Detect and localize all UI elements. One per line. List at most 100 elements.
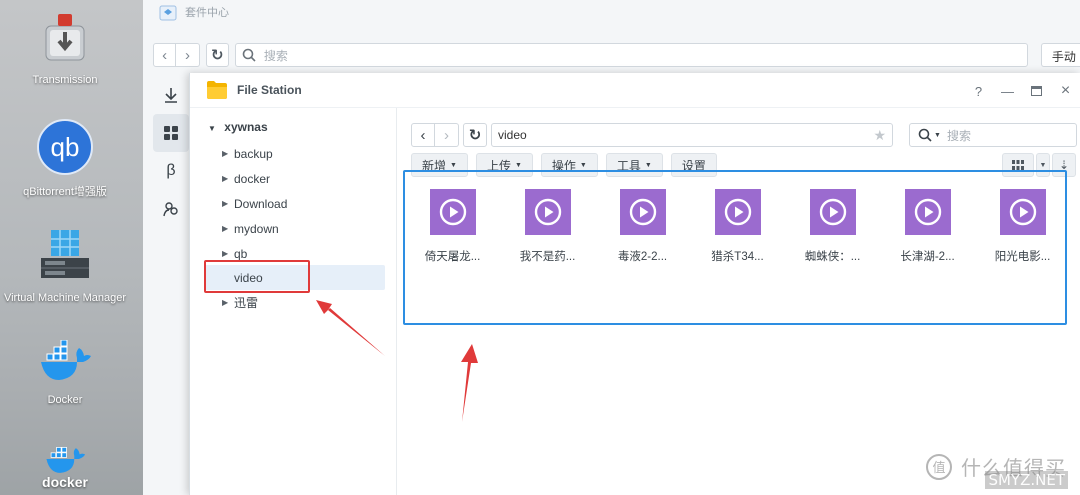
search-placeholder: 搜索 xyxy=(263,48,288,63)
file-name: 我不是药... xyxy=(519,251,576,263)
chevron-right-icon: › xyxy=(184,46,190,64)
chevron-right-icon: › xyxy=(444,126,449,144)
minimize-button[interactable]: — xyxy=(993,81,1022,101)
video-file-icon xyxy=(429,189,476,235)
file-item[interactable]: 倚天屠龙... xyxy=(405,189,500,264)
file-station-titlebar[interactable]: File Station ? — × xyxy=(190,73,1080,108)
file-station-title: File Station xyxy=(237,83,302,97)
file-item[interactable]: 长津湖-2... xyxy=(880,189,975,264)
desktop-icon-transmission[interactable]: Transmission xyxy=(0,12,130,88)
community-icon xyxy=(163,202,178,217)
virtual-machine-icon xyxy=(41,230,89,278)
refresh-icon: ↻ xyxy=(210,47,224,64)
package-search-input[interactable]: 搜索 xyxy=(234,43,1028,67)
tree-folder-label: qb xyxy=(234,246,248,261)
desktop-icon-docker[interactable]: Docker xyxy=(0,339,130,408)
forward-button[interactable]: › xyxy=(176,43,200,67)
tree-folder-label: backup xyxy=(234,146,273,161)
video-file-icon xyxy=(904,189,951,235)
file-item[interactable]: 我不是药... xyxy=(500,189,595,264)
help-button[interactable]: ? xyxy=(964,81,993,101)
package-center-title: 套件中心 xyxy=(185,7,229,19)
fs-back-button[interactable]: ‹ xyxy=(411,123,435,147)
back-button[interactable]: ‹ xyxy=(153,43,177,67)
close-button[interactable]: × xyxy=(1051,81,1080,101)
docker-whale-icon xyxy=(41,339,91,380)
fs-refresh-button[interactable]: ↻ xyxy=(463,123,487,147)
caret-down-icon: ▼ xyxy=(1039,161,1047,169)
path-toolbar: ‹ › ↻ video ★ xyxy=(411,123,893,147)
fs-search-input[interactable]: ▼ 搜索 xyxy=(909,123,1077,147)
svg-text:值: 值 xyxy=(932,460,945,476)
all-packages-nav[interactable] xyxy=(153,114,189,152)
desktop-label: Docker xyxy=(47,394,83,406)
installed-nav[interactable] xyxy=(153,76,189,114)
tree-folder-label: Download xyxy=(234,196,288,211)
video-file-icon xyxy=(999,189,1046,235)
caret-down-icon: ▼ xyxy=(450,161,457,169)
tree-folder-backup[interactable]: ▶ backup xyxy=(204,141,385,166)
beta-nav[interactable]: β xyxy=(153,152,189,190)
caret-down-icon: ▼ xyxy=(514,161,522,169)
file-item[interactable]: 阳光电影... xyxy=(975,189,1070,264)
caret-down-icon: ▼ xyxy=(579,161,587,169)
search-icon xyxy=(242,48,256,62)
desktop-icon-vmm[interactable]: Virtual Machine Manager xyxy=(0,228,130,306)
fs-forward-button[interactable]: › xyxy=(435,123,459,147)
refresh-icon: ↻ xyxy=(468,127,482,144)
tree-folder-docker[interactable]: ▶ docker xyxy=(204,166,385,191)
package-center-titlebar: 套件中心 xyxy=(143,0,1080,24)
caret-down-icon: ▼ xyxy=(208,124,216,133)
grid-view-icon xyxy=(1012,160,1024,170)
chevron-left-icon: ‹ xyxy=(162,46,168,64)
caret-right-icon: ▶ xyxy=(222,249,229,258)
community-nav[interactable] xyxy=(153,190,189,228)
path-value: video xyxy=(498,128,527,142)
watermark-sub: SMYZ.NET xyxy=(985,471,1068,489)
tree-folder-mydown[interactable]: ▶ mydown xyxy=(204,216,385,241)
qbittorrent-icon: qb xyxy=(37,119,93,175)
video-file-icon xyxy=(714,189,761,235)
download-icon xyxy=(165,88,177,103)
file-station-main: ‹ › ↻ video ★ ▼ 搜索 新增 ▼ 上传 ▼ 操作 ▼ 工具 ▼ 设置 ▼ … xyxy=(397,108,1080,495)
maximize-button[interactable] xyxy=(1022,81,1051,101)
folder-icon xyxy=(207,81,227,99)
tree-folder-xunlei[interactable]: ▶ 迅雷 xyxy=(204,290,385,315)
tree-root-label: xywnas xyxy=(224,120,268,134)
file-name: 猎杀T34... xyxy=(711,251,764,263)
search-placeholder: 搜索 xyxy=(946,128,971,143)
file-name: 阳光电影... xyxy=(994,251,1051,263)
path-input[interactable]: video ★ xyxy=(491,123,893,147)
file-name: 长津湖-2... xyxy=(900,251,955,263)
file-item[interactable]: 毒液2-2... xyxy=(595,189,690,264)
refresh-button[interactable]: ↻ xyxy=(205,43,229,67)
desktop-icon-qbittorrent[interactable]: qb qBittorrent增强版 xyxy=(0,118,130,200)
minimize-icon: — xyxy=(1001,83,1014,99)
file-grid: 倚天屠龙... 我不是药... 毒液2-2... 猎杀T34... 蜘蛛侠：..… xyxy=(403,170,1067,325)
file-item[interactable]: 蜘蛛侠：... xyxy=(785,189,880,264)
tree-root[interactable]: ▼ xywnas xyxy=(208,120,268,134)
caret-right-icon: ▶ xyxy=(222,298,229,307)
package-center-toolbar: ‹ › ↻ 搜索 手动 xyxy=(153,42,1080,68)
docker-whale-icon xyxy=(46,447,86,473)
caret-right-icon: ▶ xyxy=(222,174,229,183)
manual-install-button[interactable]: 手动 xyxy=(1040,43,1080,67)
watermark-logo-icon: 值 xyxy=(926,453,952,480)
folder-tree: ▼ xywnas ▶ backup ▶ docker ▶ Download ▶ … xyxy=(190,108,397,495)
file-item[interactable]: 猎杀T34... xyxy=(690,189,785,264)
caret-right-icon: ▶ xyxy=(222,149,229,158)
package-center-sidebar: β xyxy=(153,80,189,228)
desktop-label: Transmission xyxy=(32,74,98,86)
search-icon xyxy=(918,128,932,142)
transmission-icon xyxy=(45,14,85,61)
tree-folder-label: mydown xyxy=(234,221,279,236)
file-name: 倚天屠龙... xyxy=(424,251,481,263)
file-name: 蜘蛛侠：... xyxy=(804,251,861,263)
video-file-icon xyxy=(524,189,571,235)
tree-folder-download[interactable]: ▶ Download xyxy=(204,191,385,216)
star-icon[interactable]: ★ xyxy=(873,127,886,144)
grid-icon xyxy=(164,126,178,140)
tree-folder-label: docker xyxy=(234,171,271,186)
desktop-icon-docker-2[interactable]: docker xyxy=(0,442,130,490)
window-controls: ? — × xyxy=(964,81,1080,101)
